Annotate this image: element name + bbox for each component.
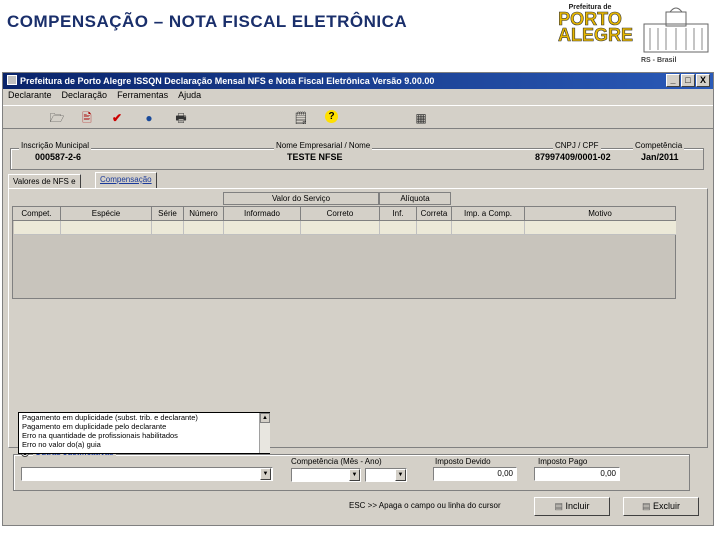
col-compet[interactable]: Compet. xyxy=(13,207,61,221)
list-item[interactable]: Pagamento em duplicidade pelo declarante xyxy=(19,422,269,431)
imposto-pago-label: Imposto Pago xyxy=(538,457,588,466)
window-titlebar[interactable]: Prefeitura de Porto Alegre ISSQN Declara… xyxy=(3,73,713,89)
close-button[interactable]: X xyxy=(696,74,710,87)
list-item[interactable]: Pagamento em duplicidade (subst. trib. e… xyxy=(19,413,269,422)
list-item[interactable]: Erro na quantidade de profissionais habi… xyxy=(19,431,269,440)
print-icon[interactable]: 🖶 xyxy=(173,110,189,126)
add-icon: ▤ xyxy=(554,501,566,511)
tab-compensacao[interactable]: Compensação xyxy=(95,172,157,189)
col-correto[interactable]: Correto xyxy=(301,207,380,221)
list-item[interactable]: Erro no valor do(a) guia xyxy=(19,440,269,449)
competencia-mes-ano-label: Competência (Mês - Ano) xyxy=(291,457,382,466)
calculator-icon[interactable]: ▦ xyxy=(413,110,429,126)
prefeitura-logo: Prefeitura de PORTO ALEGRE xyxy=(558,4,634,64)
options-scrollbar[interactable]: ▲ xyxy=(259,413,270,453)
toolbar: 🗁 🖹 ✔ ● 🖶 🗒 ? ▦ xyxy=(3,105,713,129)
menu-bar: Declarante Declaração Ferramentas Ajuda xyxy=(3,90,713,104)
col-especie[interactable]: Espécie xyxy=(61,207,152,221)
col-informado[interactable]: Informado xyxy=(224,207,301,221)
inscricao-label: Inscrição Municipal xyxy=(19,141,92,150)
cnpj-label: CNPJ / CPF xyxy=(553,141,601,150)
nome-label: Nome Empresarial / Nome xyxy=(274,141,373,150)
table-row[interactable] xyxy=(14,221,676,235)
ano-dropdown-button[interactable]: ▼ xyxy=(395,469,406,481)
help-icon[interactable]: ? xyxy=(325,110,338,123)
justificativa-options-list[interactable]: Pagamento em duplicidade (subst. trib. e… xyxy=(18,412,270,454)
justificativa-dropdown-button[interactable]: ▼ xyxy=(260,468,271,480)
region-label: RS - Brasil xyxy=(641,57,677,64)
app-icon xyxy=(7,75,17,85)
competencia-value: Jan/2011 xyxy=(641,152,679,162)
col-imp-comp[interactable]: Imp. a Comp. xyxy=(452,207,525,221)
col-inf[interactable]: Inf. xyxy=(380,207,417,221)
tab-valores-nfse[interactable]: Valores de NFS e xyxy=(8,174,81,189)
col-serie[interactable]: Série xyxy=(152,207,184,221)
grid-group-aliquota: Alíquota xyxy=(379,192,451,205)
window-title: Prefeitura de Porto Alegre ISSQN Declara… xyxy=(20,76,435,86)
delete-icon: ▤ xyxy=(641,501,653,511)
imposto-devido-label: Imposto Devido xyxy=(435,457,491,466)
mes-dropdown-button[interactable]: ▼ xyxy=(349,469,360,481)
excluir-button[interactable]: ▤ Excluir xyxy=(623,497,699,516)
edit-icon[interactable]: 🖹 xyxy=(79,110,95,126)
cnpj-value: 87997409/0001-02 xyxy=(535,152,611,162)
imposto-pago-input[interactable]: 0,00 xyxy=(534,467,620,481)
col-motivo[interactable]: Motivo xyxy=(525,207,675,221)
justificativa-select[interactable] xyxy=(21,467,273,481)
excluir-label: Excluir xyxy=(653,501,681,511)
menu-ferramentas[interactable]: Ferramentas xyxy=(117,90,168,100)
slide: COMPENSAÇÃO – NOTA FISCAL ELETRÔNICA Pre… xyxy=(0,0,720,540)
scroll-up-icon[interactable]: ▲ xyxy=(260,413,270,423)
globe-icon[interactable]: ● xyxy=(141,110,157,126)
logo-line3: ALEGRE xyxy=(558,25,634,45)
open-icon[interactable]: 🗁 xyxy=(49,110,65,126)
col-correta[interactable]: Correta xyxy=(417,207,452,221)
document-icon[interactable]: 🗒 xyxy=(293,110,309,126)
nome-value: TESTE NFSE xyxy=(287,152,343,162)
col-numero[interactable]: Número xyxy=(184,207,224,221)
slide-title: COMPENSAÇÃO – NOTA FISCAL ELETRÔNICA xyxy=(7,12,408,31)
imposto-devido-input[interactable]: 0,00 xyxy=(433,467,517,481)
app-window: Prefeitura de Porto Alegre ISSQN Declara… xyxy=(2,72,714,526)
incluir-button[interactable]: ▤ Incluir xyxy=(534,497,610,516)
check-icon[interactable]: ✔ xyxy=(109,110,125,126)
competencia-label: Competência xyxy=(633,141,685,150)
status-hint: ESC >> Apaga o campo ou linha do cursor xyxy=(349,501,501,510)
maximize-button[interactable]: □ xyxy=(681,74,695,87)
city-hall-icon xyxy=(643,7,709,53)
incluir-label: Incluir xyxy=(565,501,590,511)
menu-declaracao[interactable]: Declaração xyxy=(62,90,108,100)
minimize-button[interactable]: _ xyxy=(666,74,680,87)
grid-group-valor-servico: Valor do Serviço xyxy=(223,192,379,205)
compensacao-grid[interactable]: Compet. Espécie Série Número Informado C… xyxy=(12,206,676,299)
inscricao-value: 000587-2-6 xyxy=(35,152,82,162)
menu-declarante[interactable]: Declarante xyxy=(8,90,52,100)
menu-ajuda[interactable]: Ajuda xyxy=(178,90,201,100)
